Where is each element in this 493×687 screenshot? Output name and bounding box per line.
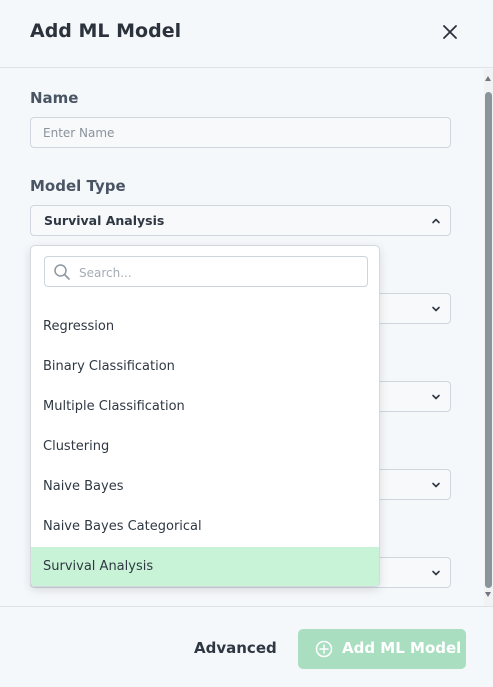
option-naive-bayes[interactable]: Naive Bayes <box>31 467 379 507</box>
chevron-up-icon <box>432 218 440 224</box>
option-regression[interactable]: Regression <box>31 307 379 347</box>
chevron-down-icon <box>432 394 440 400</box>
search-icon <box>54 264 70 280</box>
dialog-footer: Advanced Add ML Model <box>0 606 493 687</box>
advanced-button[interactable]: Advanced <box>194 639 277 657</box>
dropdown-search[interactable] <box>44 256 368 287</box>
close-button[interactable] <box>438 20 462 44</box>
chevron-down-icon <box>432 482 440 488</box>
name-input[interactable] <box>30 117 451 148</box>
dialog-title: Add ML Model <box>30 20 182 42</box>
name-label: Name <box>30 89 79 107</box>
dropdown-search-input[interactable] <box>77 261 361 285</box>
model-type-value: Survival Analysis <box>44 213 165 228</box>
model-type-label: Model Type <box>30 177 126 195</box>
chevron-down-icon <box>432 570 440 576</box>
model-type-dropdown: Regression Binary Classification Multipl… <box>30 245 380 587</box>
vertical-scrollbar[interactable] <box>484 69 493 606</box>
scroll-up-arrow[interactable] <box>485 76 491 81</box>
dialog-header: Add ML Model <box>0 0 493 68</box>
close-icon <box>443 25 457 39</box>
add-ml-model-button[interactable]: Add ML Model <box>298 629 466 669</box>
option-survival-analysis[interactable]: Survival Analysis <box>31 547 379 586</box>
add-ml-model-label: Add ML Model <box>342 639 462 657</box>
option-naive-bayes-categorical[interactable]: Naive Bayes Categorical <box>31 507 379 547</box>
option-multiple-classification[interactable]: Multiple Classification <box>31 387 379 427</box>
plus-circle-icon <box>315 640 333 658</box>
option-clustering[interactable]: Clustering <box>31 427 379 467</box>
scroll-down-arrow[interactable] <box>485 592 491 597</box>
model-type-select[interactable]: Survival Analysis <box>30 205 451 236</box>
scrollbar-thumb[interactable] <box>485 92 492 588</box>
option-binary-classification[interactable]: Binary Classification <box>31 347 379 387</box>
chevron-down-icon <box>432 306 440 312</box>
